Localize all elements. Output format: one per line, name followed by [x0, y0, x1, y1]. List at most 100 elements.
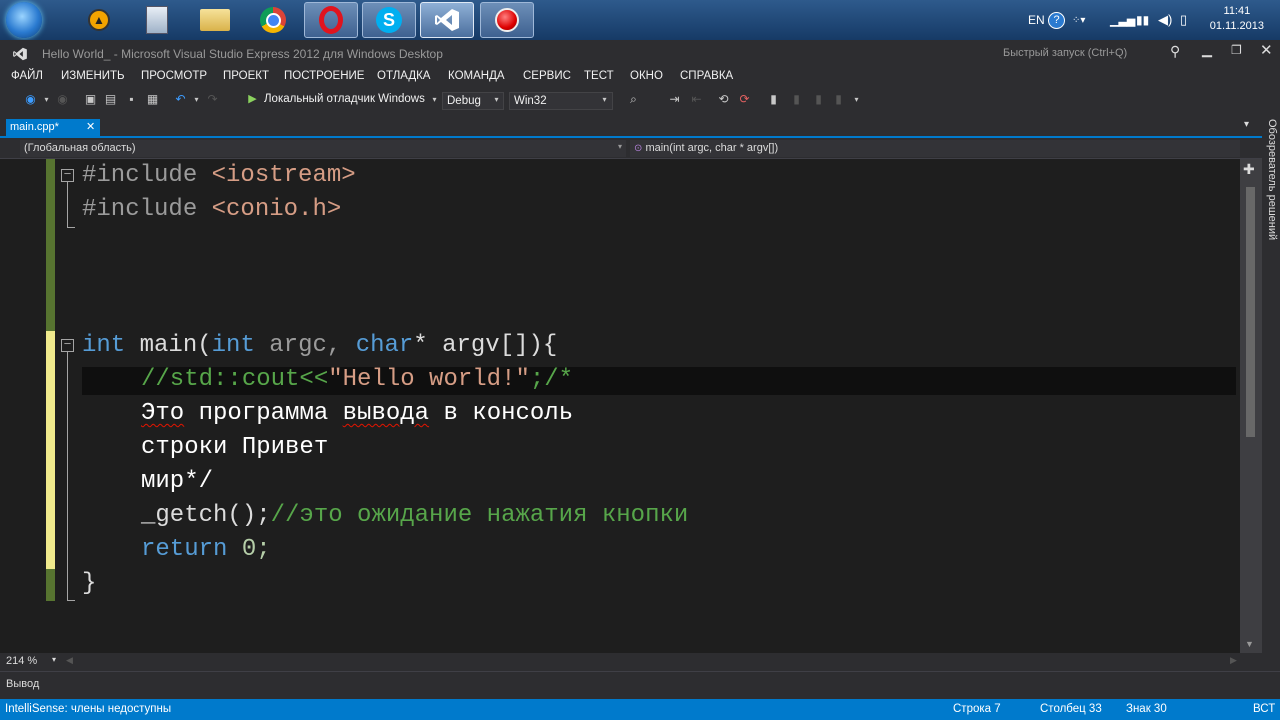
keyword: int	[211, 332, 255, 359]
search-icon[interactable]: ⚲	[1170, 43, 1180, 60]
bookmark-icon[interactable]: ▮	[767, 93, 780, 106]
undo-dropdown-icon[interactable]: ▾	[190, 93, 203, 106]
back-icon[interactable]: ◉	[24, 93, 37, 106]
menu-edit[interactable]: ИЗМЕНИТЬ	[61, 70, 125, 82]
network-icon[interactable]: ▮▮	[1136, 0, 1149, 40]
zoom-dropdown-icon[interactable]: ▾	[52, 655, 56, 664]
horizontal-scroll-row: 214 % ▾ ◀ ▶	[0, 653, 1262, 671]
windows-taskbar: ▲ S EN ? ⁘▾ ▁▃▅ ▮▮ ◀) ▯ 11:41 01.11.2013	[0, 0, 1280, 41]
fold-guide	[67, 352, 68, 600]
member-value: main(int argc, char * argv[])	[645, 142, 779, 154]
tab-underline	[0, 136, 1262, 138]
member-dropdown[interactable]: ⊙ main(int argc, char * argv[])	[630, 140, 1240, 157]
code-line-2: #include <conio.h>	[82, 193, 341, 227]
tab-main-cpp[interactable]: main.cpp* ✕	[6, 119, 100, 136]
fold-guide-end	[67, 227, 75, 228]
vertical-scrollbar[interactable]: ✚ ▼	[1240, 159, 1262, 653]
menu-team[interactable]: КОМАНДА	[448, 70, 505, 82]
solution-explorer-tab[interactable]: Обозреватель решений	[1262, 115, 1280, 671]
collapse-icon[interactable]: −	[61, 338, 74, 352]
minimize-button[interactable]: ▁	[1202, 42, 1212, 58]
save-icon[interactable]: ▪	[125, 93, 138, 106]
scope-dropdown-icon[interactable]: ▾	[618, 142, 622, 151]
tray-settings-icon[interactable]: ⁘▾	[1072, 0, 1085, 40]
new-project-icon[interactable]: ▣	[84, 93, 97, 106]
undo-icon[interactable]: ↶	[174, 93, 187, 106]
menu-file[interactable]: ФАЙЛ	[11, 70, 43, 82]
comment-icon[interactable]: ⟲	[717, 93, 730, 106]
clock[interactable]: 11:41 01.11.2013	[1210, 4, 1264, 34]
open-file-icon[interactable]: ▤	[104, 93, 117, 106]
find-in-files-icon[interactable]: ⌕	[627, 93, 640, 106]
scope-dropdown[interactable]: (Глобальная область)	[20, 140, 626, 157]
start-debug-icon[interactable]: ▶	[246, 93, 259, 106]
close-icon[interactable]: ✕	[86, 119, 95, 136]
platform-dropdown-icon[interactable]: ▾	[598, 93, 611, 106]
taskbar-skype[interactable]: S	[362, 2, 416, 38]
indent-icon[interactable]: ⇥	[668, 93, 681, 106]
chrome-icon	[260, 7, 286, 33]
taskbar-calculator[interactable]	[130, 2, 184, 38]
clock-time: 11:41	[1223, 5, 1251, 17]
taskbar-visual-studio[interactable]	[420, 2, 474, 38]
next-bookmark-icon[interactable]: ▮	[812, 93, 825, 106]
scroll-down-icon[interactable]: ▼	[1245, 639, 1254, 649]
menu-debug[interactable]: ОТЛАДКА	[377, 70, 430, 82]
scroll-left-icon[interactable]: ◀	[66, 655, 73, 666]
split-icon[interactable]: ✚	[1243, 161, 1255, 178]
output-label: Вывод	[6, 678, 40, 690]
taskbar-chrome[interactable]	[246, 2, 300, 38]
function-signature: main(	[125, 332, 212, 359]
debugger-button[interactable]: Локальный отладчик Windows	[264, 93, 425, 105]
calculator-icon	[146, 6, 168, 34]
volume-icon[interactable]: ◀)	[1158, 0, 1172, 40]
help-icon[interactable]: ?	[1048, 0, 1065, 40]
scroll-right-icon[interactable]: ▶	[1230, 655, 1237, 666]
keyword: int	[82, 332, 126, 359]
taskbar-explorer[interactable]	[188, 2, 242, 38]
menu-bar: ФАЙЛ ИЗМЕНИТЬ ПРОСМОТР ПРОЕКТ ПОСТРОЕНИЕ…	[0, 67, 1280, 87]
code-editor[interactable]: − − #include <iostream> #include <conio.…	[0, 159, 1240, 653]
tray-language[interactable]: EN	[1028, 0, 1045, 40]
clear-bookmarks-icon[interactable]: ▮	[832, 93, 845, 106]
menu-view[interactable]: ПРОСМОТР	[141, 70, 207, 82]
code-line-11: return 0;	[141, 533, 271, 567]
tab-label: main.cpp*	[10, 121, 59, 133]
outdent-icon[interactable]: ⇤	[690, 93, 703, 106]
menu-project[interactable]: ПРОЕКТ	[223, 70, 269, 82]
return-value: 0;	[227, 536, 271, 563]
save-all-icon[interactable]: ▦	[146, 93, 159, 106]
scrollbar-thumb[interactable]	[1246, 187, 1255, 437]
debugger-dropdown-icon[interactable]: ▾	[428, 93, 441, 106]
toolbar-options-icon[interactable]: ▾	[850, 93, 863, 106]
quick-launch-input[interactable]: Быстрый запуск (Ctrl+Q)	[1000, 44, 1167, 63]
menu-build[interactable]: ПОСТРОЕНИЕ	[284, 70, 364, 82]
configuration-dropdown-icon[interactable]: ▾	[490, 93, 503, 106]
forward-icon[interactable]: ◉	[56, 93, 69, 106]
collapse-icon[interactable]: −	[61, 168, 74, 182]
menu-window[interactable]: ОКНО	[630, 70, 663, 82]
status-bar: IntelliSense: члены недоступны Строка 7 …	[0, 699, 1280, 720]
restore-button[interactable]: ❐	[1231, 43, 1242, 57]
prev-bookmark-icon[interactable]: ▮	[790, 93, 803, 106]
start-button[interactable]	[6, 2, 42, 38]
platform-value: Win32	[514, 95, 547, 107]
uncomment-icon[interactable]: ⟳	[738, 93, 751, 106]
signal-icon[interactable]: ▁▃▅	[1110, 0, 1135, 40]
menu-help[interactable]: СПРАВКА	[680, 70, 733, 82]
zoom-level[interactable]: 214 %	[6, 655, 37, 667]
status-message: IntelliSense: члены недоступны	[5, 703, 172, 715]
redo-icon[interactable]: ↷	[206, 93, 219, 106]
string-literal: "Hello world!"	[328, 366, 530, 393]
taskbar-aimp[interactable]: ▲	[72, 2, 126, 38]
parameter: argc,	[254, 332, 356, 359]
battery-icon[interactable]: ▯	[1180, 0, 1187, 40]
menu-test[interactable]: ТЕСТ	[584, 70, 614, 82]
output-panel-tab[interactable]: Вывод	[0, 671, 1280, 699]
taskbar-opera[interactable]	[304, 2, 358, 38]
close-button[interactable]: ✕	[1260, 41, 1273, 59]
taskbar-recorder[interactable]	[480, 2, 534, 38]
menu-tools[interactable]: СЕРВИС	[523, 70, 571, 82]
back-dropdown-icon[interactable]: ▾	[40, 93, 53, 106]
tab-list-dropdown-icon[interactable]: ▾	[1244, 119, 1249, 130]
